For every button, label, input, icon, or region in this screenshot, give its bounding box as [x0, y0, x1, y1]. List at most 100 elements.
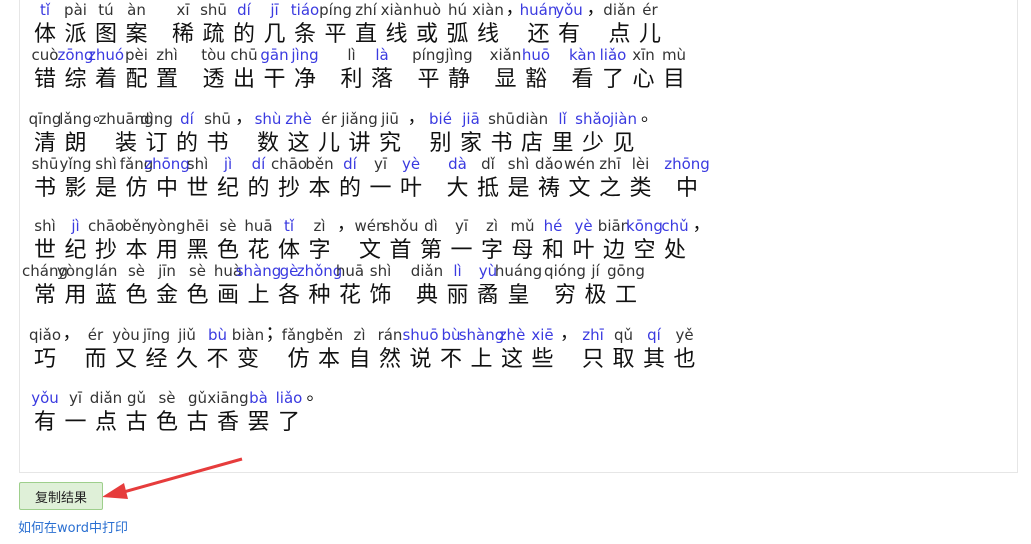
pinyin-text: yě — [675, 326, 694, 344]
print-help-link[interactable]: 如何在word中打印 — [18, 517, 128, 536]
hanzi-character: 丽 — [446, 283, 469, 308]
hanzi-character: 中 — [155, 176, 178, 201]
annotated-character: shì 饰 — [366, 261, 396, 311]
annotated-character: lǎng 朗 — [59, 109, 91, 159]
hanzi-character: 平 — [417, 67, 440, 92]
hanzi-character: 利 — [340, 67, 363, 92]
annotated-character: ér 儿 — [635, 0, 665, 50]
hanzi-character: 仿 — [125, 176, 148, 201]
hanzi-character: 矞 — [476, 283, 499, 308]
pinyin-text: zhōng — [664, 155, 710, 173]
annotated-character: huō 豁 — [521, 45, 551, 95]
hanzi-character: 然 — [378, 347, 401, 372]
pinyin-text: mù — [661, 46, 687, 64]
punctuation-mark: 。 — [641, 105, 659, 126]
hanzi-character: 之 — [598, 176, 621, 201]
hanzi-character: 常 — [33, 283, 56, 308]
hanzi-character: 不 — [206, 347, 229, 372]
hanzi-character: 配 — [125, 67, 148, 92]
hanzi-character: 工 — [614, 283, 637, 308]
annotated-character: yě 也 — [670, 325, 700, 375]
hanzi-character: 花 — [338, 283, 361, 308]
hanzi-character: 说 — [409, 347, 432, 372]
hanzi-character: 处 — [663, 238, 686, 263]
hanzi-character: 静 — [447, 67, 470, 92]
hanzi-character: 典 — [415, 283, 438, 308]
hanzi-character: 透 — [202, 67, 225, 92]
hanzi-character: 画 — [216, 283, 239, 308]
hanzi-character: 本 — [317, 347, 340, 372]
punctuation-mark: ， — [692, 214, 711, 235]
hanzi-character: 也 — [673, 347, 696, 372]
hanzi-character: 书 — [33, 176, 56, 201]
hanzi-character: 落 — [370, 67, 393, 92]
annotated-character: jìng 静 — [444, 45, 474, 95]
hanzi-character: 了 — [277, 410, 300, 435]
copy-result-button[interactable]: 复制结果 — [19, 482, 103, 510]
hanzi-character: 显 — [494, 67, 517, 92]
hanzi-character: 祷 — [537, 176, 560, 201]
hanzi-character: 古 — [125, 410, 148, 435]
hanzi-character: 中 — [675, 176, 698, 201]
hanzi-character: 古 — [186, 410, 209, 435]
hanzi-character: 一 — [369, 176, 392, 201]
hanzi-character: 色 — [155, 410, 178, 435]
hanzi-character: 净 — [293, 67, 316, 92]
hanzi-character: 有 — [33, 410, 56, 435]
hanzi-character: 香 — [216, 410, 239, 435]
hanzi-character: 饰 — [369, 283, 392, 308]
hanzi-character: 世 — [186, 176, 209, 201]
hanzi-character: 的 — [338, 176, 361, 201]
pinyin-text: gōng — [607, 262, 645, 280]
hanzi-character: 用 — [64, 283, 87, 308]
hanzi-character: 大 — [446, 176, 469, 201]
hanzi-character: 文 — [568, 176, 591, 201]
hanzi-character: 点 — [94, 410, 117, 435]
annotated-character: là 落 — [367, 45, 397, 95]
annotated-character: zhì 置 — [152, 45, 182, 95]
hanzi-character: 着 — [94, 67, 117, 92]
hanzi-character: 这 — [500, 347, 523, 372]
hanzi-character: 心 — [632, 67, 655, 92]
annotated-character: jiàn 见 — [609, 109, 639, 159]
pinyin-result-box: tǐ 体 pài 派 tú 图 àn 案 xī 稀 shū 疏 dí 的 jī 几 tiáo 条 píng 平 zhí 直… — [19, 0, 1018, 473]
annotated-character: xiē 些 — [528, 325, 558, 375]
hanzi-character: 皇 — [507, 283, 530, 308]
hanzi-character: 目 — [662, 67, 685, 92]
annotated-character: biàn 变 — [232, 325, 264, 375]
hanzi-character: 看 — [571, 67, 594, 92]
hanzi-character: 色 — [125, 283, 148, 308]
hanzi-character: 巧 — [33, 347, 56, 372]
pinyin-text: ér — [642, 1, 658, 19]
hanzi-character: 又 — [114, 347, 137, 372]
hanzi-character: 是 — [94, 176, 117, 201]
hanzi-character: 种 — [308, 283, 331, 308]
annotated-character: qiǎo 巧 — [29, 325, 61, 375]
hanzi-character: 极 — [584, 283, 607, 308]
hanzi-character: 纪 — [216, 176, 239, 201]
annotated-character: chǔ 处 — [660, 216, 690, 266]
hanzi-character: 了 — [601, 67, 624, 92]
hanzi-character: 蓝 — [94, 283, 117, 308]
annotated-character: shū 书 — [203, 109, 233, 159]
hanzi-character: 各 — [277, 283, 300, 308]
hanzi-character: 置 — [155, 67, 178, 92]
annotated-character: jìng 净 — [290, 45, 320, 95]
annotated-character: liǎo 了 — [274, 388, 304, 438]
hanzi-character: 自 — [348, 347, 371, 372]
hanzi-character: 类 — [629, 176, 652, 201]
hanzi-character: 久 — [175, 347, 198, 372]
hanzi-character: 变 — [236, 347, 259, 372]
annotated-character: zì 字 — [305, 216, 335, 266]
hanzi-character: 叶 — [399, 176, 422, 201]
hanzi-character: 是 — [507, 176, 530, 201]
hanzi-character: 错 — [33, 67, 56, 92]
hanzi-character: 的 — [247, 176, 270, 201]
annotated-character: yè 叶 — [396, 154, 426, 204]
hanzi-character: 而 — [84, 347, 107, 372]
hanzi-character: 其 — [642, 347, 665, 372]
hanzi-character: 罢 — [247, 410, 270, 435]
hanzi-character: 综 — [64, 67, 87, 92]
hanzi-character: 些 — [531, 347, 554, 372]
hanzi-character: 经 — [145, 347, 168, 372]
